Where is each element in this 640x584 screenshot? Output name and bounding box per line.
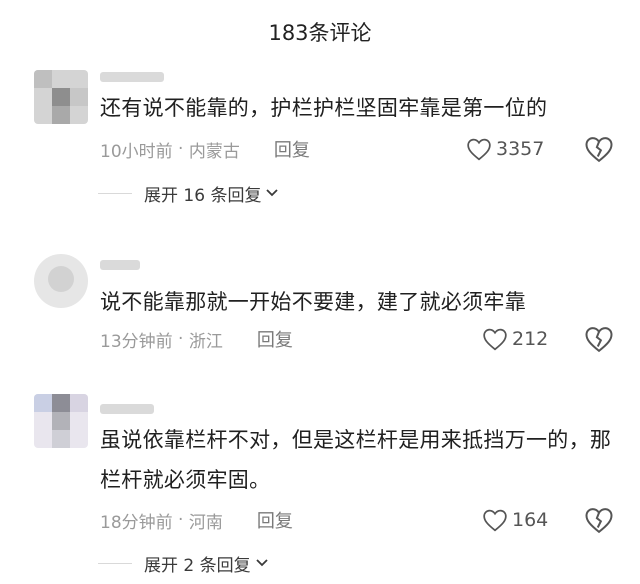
comment-text: 还有说不能靠的，护栏护栏坚固牢靠是第一位的	[100, 96, 548, 120]
reply-button[interactable]: 回复	[257, 507, 293, 533]
like-button[interactable]: 164	[482, 507, 548, 533]
chevron-down-icon	[266, 189, 279, 197]
comment-time: 18分钟前	[100, 512, 173, 533]
heart-icon	[467, 138, 491, 161]
expand-replies-label: 展开 2 条回复	[144, 555, 251, 576]
expand-replies-button[interactable]: 展开 2 条回复	[98, 550, 269, 576]
like-count: 3357	[496, 138, 545, 160]
like-count: 164	[512, 509, 549, 531]
comment-text: 虽说依靠栏杆不对，但是这栏杆是用来抵挡万一的，那栏杆就必须牢固。	[100, 428, 612, 492]
comment-count-title: 183条评论	[268, 21, 372, 45]
broken-heart-icon[interactable]	[584, 505, 614, 535]
comments-header: 183条评论	[0, 0, 640, 64]
comment-location: 浙江	[188, 331, 223, 352]
heart-icon	[483, 509, 507, 532]
comment-meta: 10小时前 · 内蒙古 回复	[100, 136, 310, 162]
chevron-down-icon	[255, 559, 268, 567]
comment-time: 10小时前	[100, 141, 173, 162]
comment-meta: 13分钟前 · 浙江 回复	[100, 326, 293, 352]
divider-line	[98, 192, 132, 194]
broken-heart-icon[interactable]	[584, 324, 614, 354]
reply-button[interactable]: 回复	[274, 136, 310, 162]
username-blurred[interactable]	[100, 260, 140, 270]
avatar[interactable]	[34, 394, 88, 448]
like-button[interactable]: 3357	[466, 136, 544, 162]
comment-text: 说不能靠那就一开始不要建，建了就必须牢靠	[100, 290, 526, 314]
comment-location: 内蒙古	[188, 141, 240, 162]
like-count: 212	[512, 328, 549, 350]
comment-time: 13分钟前	[100, 331, 173, 352]
reply-button[interactable]: 回复	[257, 326, 293, 352]
comment-location: 河南	[188, 512, 223, 533]
avatar[interactable]	[34, 254, 88, 308]
comment-meta: 18分钟前 · 河南 回复	[100, 507, 293, 533]
like-button[interactable]: 212	[482, 326, 548, 352]
avatar[interactable]	[34, 70, 88, 124]
expand-replies-label: 展开 16 条回复	[144, 185, 262, 206]
broken-heart-icon[interactable]	[584, 134, 614, 164]
expand-replies-button[interactable]: 展开 16 条回复	[98, 180, 279, 206]
username-blurred[interactable]	[100, 404, 154, 414]
divider-line	[98, 562, 132, 564]
username-blurred[interactable]	[100, 72, 164, 82]
heart-icon	[483, 328, 507, 351]
